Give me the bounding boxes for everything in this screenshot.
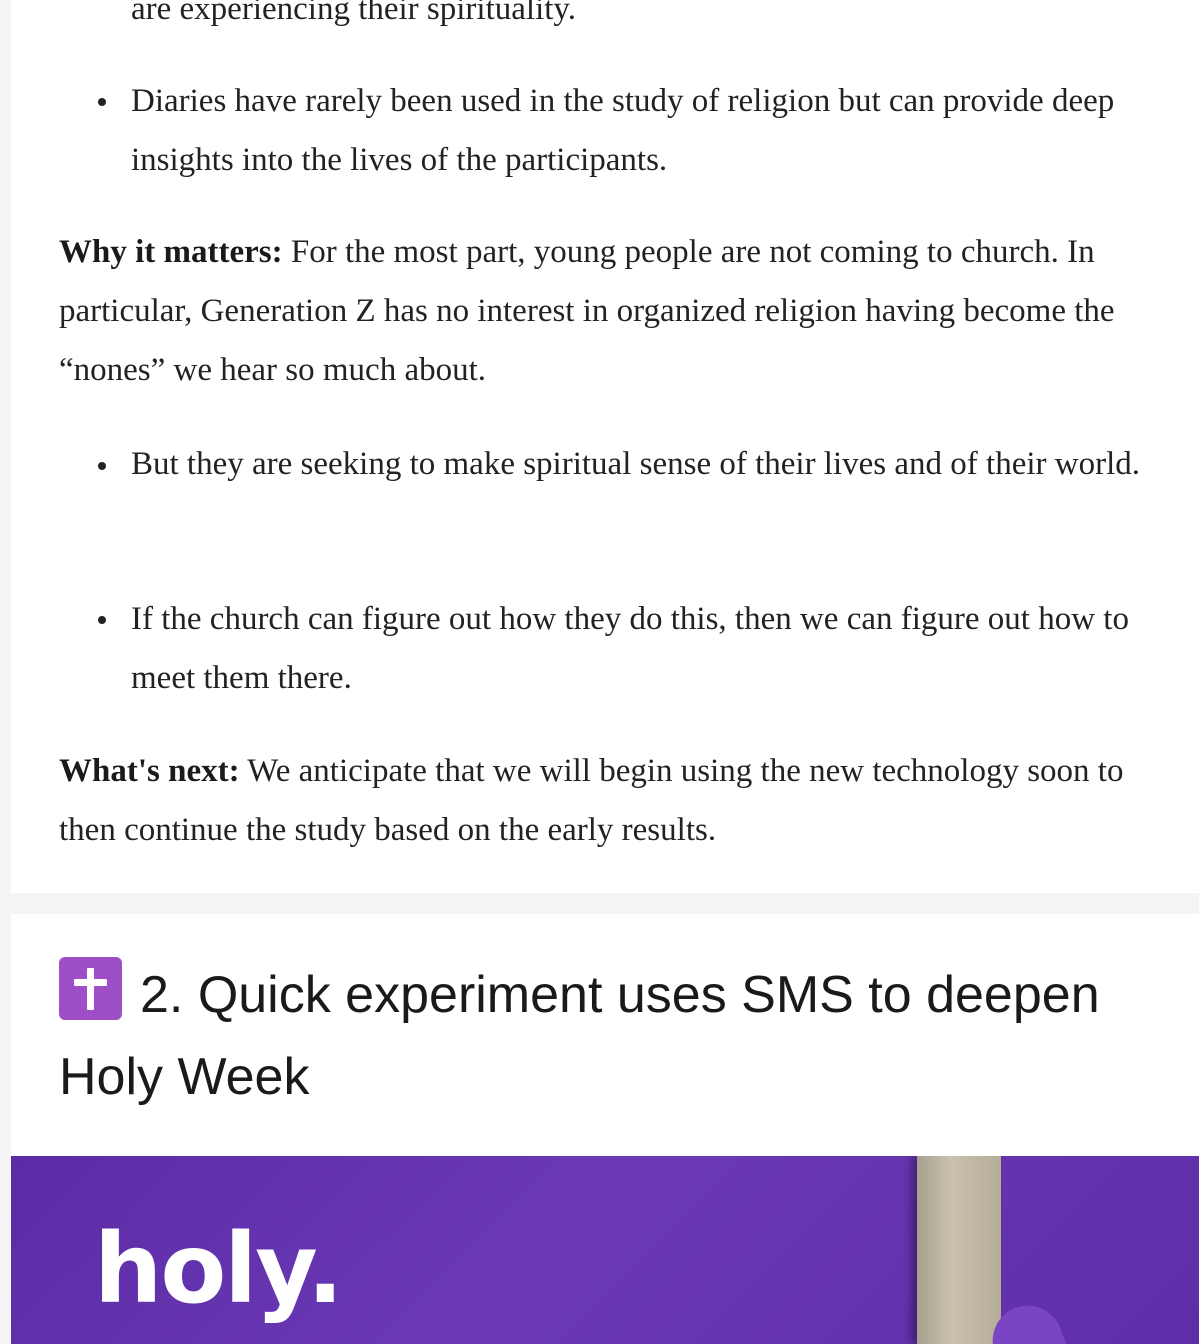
list-item-diaries: Diaries have rarely been used in the stu… xyxy=(131,83,1115,178)
why-it-matters-label: Why it matters: xyxy=(59,234,283,270)
list-item-church: If the church can figure out how they do… xyxy=(131,601,1129,696)
hero-image-text: holy. xyxy=(94,1213,343,1325)
bullet-dot xyxy=(98,462,106,470)
section-headline[interactable]: 2. Quick experiment uses SMS to deepen H… xyxy=(59,954,1169,1118)
bullet-dot xyxy=(98,98,106,106)
list-item-seeking: But they are seeking to make spiritual s… xyxy=(131,446,1140,482)
hero-image[interactable]: holy. xyxy=(11,1156,1199,1344)
latin-cross-icon xyxy=(59,957,122,1020)
article-section-1: are experiencing their spirituality. Dia… xyxy=(11,0,1199,893)
bullet-dot xyxy=(98,616,106,624)
whats-next-paragraph: What's next: We anticipate that we will … xyxy=(59,742,1169,860)
wooden-cross-graphic xyxy=(917,1156,1001,1344)
section-headline-text: 2. Quick experiment uses SMS to deepen H… xyxy=(59,966,1100,1106)
list-item-partial: are experiencing their spirituality. xyxy=(131,0,577,27)
article-section-2: 2. Quick experiment uses SMS to deepen H… xyxy=(11,914,1199,1344)
whats-next-label: What's next: xyxy=(59,753,240,789)
why-it-matters-paragraph: Why it matters: For the most part, young… xyxy=(59,223,1169,400)
